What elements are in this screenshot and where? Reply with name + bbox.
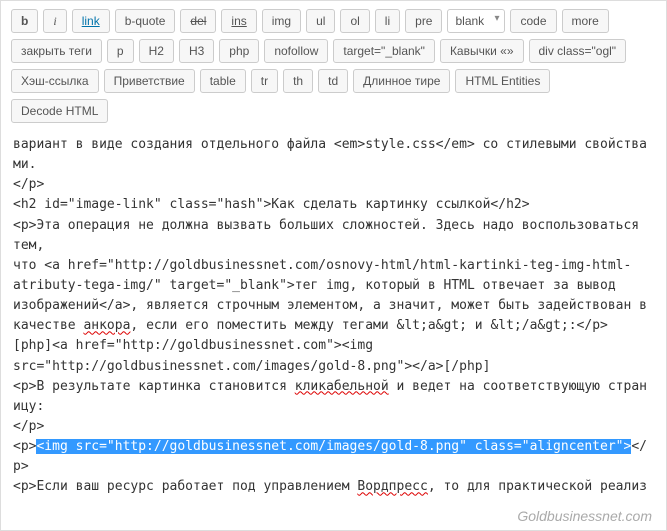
ins-button[interactable]: ins xyxy=(221,9,256,33)
nofollow-button[interactable]: nofollow xyxy=(264,39,328,63)
editor-line: качестве анкора, если его поместить межд… xyxy=(13,316,654,336)
li-button[interactable]: li xyxy=(375,9,400,33)
spellcheck-underline: кликабельной xyxy=(295,379,389,394)
img-button[interactable]: img xyxy=(262,9,301,33)
html-editor-textarea[interactable]: вариант в виде создания отдельного файла… xyxy=(1,129,666,503)
decode-html-button[interactable]: Decode HTML xyxy=(11,99,108,123)
tr-button[interactable]: tr xyxy=(251,69,278,93)
th-button[interactable]: th xyxy=(283,69,313,93)
editor-line: src="http://goldbusinessnet.com/images/g… xyxy=(13,357,654,377)
blockquote-button[interactable]: b-quote xyxy=(115,9,176,33)
target-select-wrap: blank xyxy=(447,9,505,33)
spellcheck-underline: анкора xyxy=(83,318,130,333)
quicktags-toolbar: b i link b-quote del ins img ul ol li pr… xyxy=(1,1,666,123)
bold-button[interactable]: b xyxy=(11,9,38,33)
php-button[interactable]: php xyxy=(219,39,259,63)
html-entities-button[interactable]: HTML Entities xyxy=(455,69,550,93)
table-button[interactable]: table xyxy=(200,69,246,93)
toolbar-row-3: Хэш-ссылка Приветствие table tr th td Дл… xyxy=(11,69,656,93)
editor-line: что <a href="http://goldbusinessnet.com/… xyxy=(13,256,654,276)
text-selection: <img src="http://goldbusinessnet.com/ima… xyxy=(36,439,631,454)
h2-button[interactable]: H2 xyxy=(139,39,174,63)
spellcheck-underline: Вордпресс xyxy=(357,479,427,494)
toolbar-row-1: b i link b-quote del ins img ul ol li pr… xyxy=(11,9,656,33)
more-button[interactable]: more xyxy=(562,9,609,33)
editor-line: вариант в виде создания отдельного файла… xyxy=(13,135,654,175)
pre-button[interactable]: pre xyxy=(405,9,442,33)
editor-line: <p>В результате картинка становится клик… xyxy=(13,377,654,417)
mdash-button[interactable]: Длинное тире xyxy=(353,69,450,93)
target-blank-button[interactable]: target="_blank" xyxy=(333,39,435,63)
del-button[interactable]: del xyxy=(180,9,216,33)
div-ogl-button[interactable]: div class="ogl" xyxy=(529,39,627,63)
watermark-text: Goldbusinessnet.com xyxy=(517,508,652,524)
close-tags-button[interactable]: закрыть теги xyxy=(11,39,102,63)
h3-button[interactable]: H3 xyxy=(179,39,214,63)
ul-button[interactable]: ul xyxy=(306,9,335,33)
ol-button[interactable]: ol xyxy=(340,9,369,33)
quotes-button[interactable]: Кавычки «» xyxy=(440,39,524,63)
code-button[interactable]: code xyxy=(510,9,556,33)
editor-line: </p> xyxy=(13,417,654,437)
target-select[interactable]: blank xyxy=(447,9,505,33)
link-button[interactable]: link xyxy=(72,9,110,33)
toolbar-row-2: закрыть теги p H2 H3 php nofollow target… xyxy=(11,39,656,63)
editor-line: </p> xyxy=(13,175,654,195)
editor-line: <h2 id="image-link" class="hash">Как сде… xyxy=(13,195,654,215)
editor-line: <p>Если ваш ресурс работает под управлен… xyxy=(13,477,654,503)
editor-line: [php]<a href="http://goldbusinessnet.com… xyxy=(13,336,654,356)
editor-line: <p>Эта операция не должна вызвать больши… xyxy=(13,216,654,256)
editor-line: изображений</a>, является строчным элеме… xyxy=(13,296,654,316)
toolbar-row-4: Decode HTML xyxy=(11,99,656,123)
greeting-button[interactable]: Приветствие xyxy=(104,69,195,93)
editor-line: <p><img src="http://goldbusinessnet.com/… xyxy=(13,437,654,477)
editor-line: atributy-tega-img/" target="_blank">тег … xyxy=(13,276,654,296)
td-button[interactable]: td xyxy=(318,69,348,93)
p-button[interactable]: p xyxy=(107,39,134,63)
italic-button[interactable]: i xyxy=(43,9,66,33)
hash-link-button[interactable]: Хэш-ссылка xyxy=(11,69,99,93)
